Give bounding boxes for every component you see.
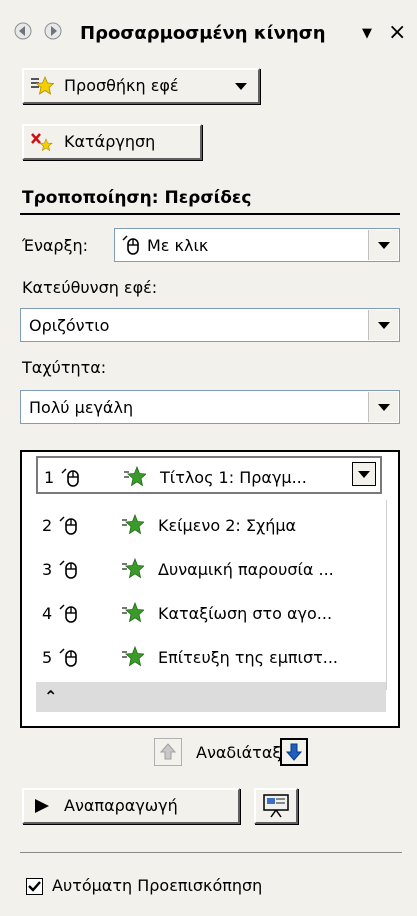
remove-effect-icon — [31, 133, 53, 152]
list-item[interactable]: 3 Δυναμική παρουσία ... — [36, 550, 380, 590]
chevron-down-icon[interactable]: ▼ — [362, 22, 372, 46]
start-select[interactable]: Με κλικ — [114, 228, 400, 262]
entrance-effect-icon — [122, 514, 144, 535]
remove-label: Κατάργηση — [64, 132, 156, 151]
mouse-click-icon — [122, 235, 139, 255]
mouse-click-icon — [59, 648, 77, 667]
custom-animation-pane: Προσαρμοσμένη κίνηση ▼ × Προσθήκη εφέ Κα… — [0, 0, 417, 916]
footer-divider — [20, 852, 402, 853]
chevron-down-icon[interactable] — [368, 392, 398, 422]
direction-select[interactable]: Οριζόντιο — [20, 308, 400, 342]
slideshow-button[interactable] — [254, 788, 298, 824]
start-value: Με κλικ — [147, 236, 209, 255]
start-label: Έναρξη: — [22, 236, 89, 255]
item-number: 4 — [42, 604, 53, 623]
speed-select[interactable]: Πολύ μεγάλη — [20, 390, 400, 424]
item-number: 1 — [44, 468, 55, 487]
modify-title: Τροποποίηση: Περσίδες — [22, 188, 252, 208]
direction-label: Κατεύθυνση εφέ: — [22, 278, 158, 297]
mouse-click-icon — [59, 604, 77, 623]
slideshow-icon — [263, 794, 289, 818]
item-label: Επίτευξη της εμπιστ... — [158, 648, 338, 667]
list-item[interactable]: 1 Τίτλος 1: Πραγμ... — [36, 456, 382, 494]
reorder-label: Αναδιάταξη — [196, 743, 292, 762]
autopreview-label: Αυτόματη Προεπισκόπηση — [52, 876, 263, 895]
play-button[interactable]: Αναπαραγωγή — [22, 788, 240, 824]
pane-title: Προσαρμοσμένη κίνηση — [80, 23, 326, 44]
mouse-click-icon — [61, 468, 79, 487]
play-icon — [35, 799, 49, 813]
add-effect-label: Προσθήκη εφέ — [64, 76, 179, 95]
mouse-click-icon — [59, 516, 77, 535]
forward-icon[interactable] — [44, 22, 62, 44]
item-number: 2 — [42, 516, 53, 535]
item-label: Καταξίωση στο αγο... — [158, 604, 333, 623]
entrance-effect-icon — [122, 558, 144, 579]
double-chevron-icon[interactable]: ⌃ — [44, 687, 57, 706]
chevron-down-icon[interactable] — [368, 230, 398, 260]
add-effect-button[interactable]: Προσθήκη εφέ — [22, 68, 260, 104]
chevron-down-icon[interactable] — [352, 462, 376, 486]
item-number: 3 — [42, 560, 53, 579]
autopreview-checkbox[interactable] — [26, 878, 43, 895]
close-icon[interactable]: × — [388, 20, 406, 46]
item-number: 5 — [42, 648, 53, 667]
direction-value: Οριζόντιο — [29, 316, 110, 335]
move-down-button[interactable] — [280, 738, 308, 766]
item-label: Τίτλος 1: Πραγμ... — [160, 468, 307, 487]
list-item[interactable]: 2 Κείμενο 2: Σχήμα — [36, 506, 380, 546]
back-icon[interactable] — [14, 22, 32, 44]
entrance-effect-icon — [122, 646, 144, 667]
speed-value: Πολύ μεγάλη — [29, 398, 134, 417]
move-up-button[interactable] — [154, 738, 182, 766]
chevron-down-icon[interactable] — [368, 310, 398, 340]
play-label: Αναπαραγωγή — [64, 796, 178, 815]
speed-label: Ταχύτητα: — [22, 358, 107, 377]
mouse-click-icon — [59, 560, 77, 579]
item-label: Κείμενο 2: Σχήμα — [158, 516, 297, 535]
entrance-effect-icon — [124, 466, 146, 487]
arrow-up-icon — [159, 743, 177, 760]
checkmark-icon — [28, 881, 41, 892]
entrance-effect-icon — [122, 602, 144, 623]
chevron-down-icon — [235, 83, 247, 90]
list-item[interactable]: 4 Καταξίωση στο αγο... — [36, 594, 380, 634]
list-item[interactable]: 5 Επίτευξη της εμπιστ... — [36, 638, 380, 678]
section-divider — [20, 213, 400, 215]
pane-header: Προσαρμοσμένη κίνηση ▼ × — [0, 18, 417, 52]
remove-button[interactable]: Κατάργηση — [22, 124, 202, 160]
item-label: Δυναμική παρουσία ... — [158, 560, 334, 579]
arrow-down-icon — [285, 743, 303, 761]
add-effect-icon — [31, 75, 54, 95]
expand-bar[interactable]: ⌃ — [36, 682, 386, 712]
animation-list[interactable]: 1 Τίτλος 1: Πραγμ... 2 Κείμενο 2: Σχήμα … — [20, 450, 400, 728]
